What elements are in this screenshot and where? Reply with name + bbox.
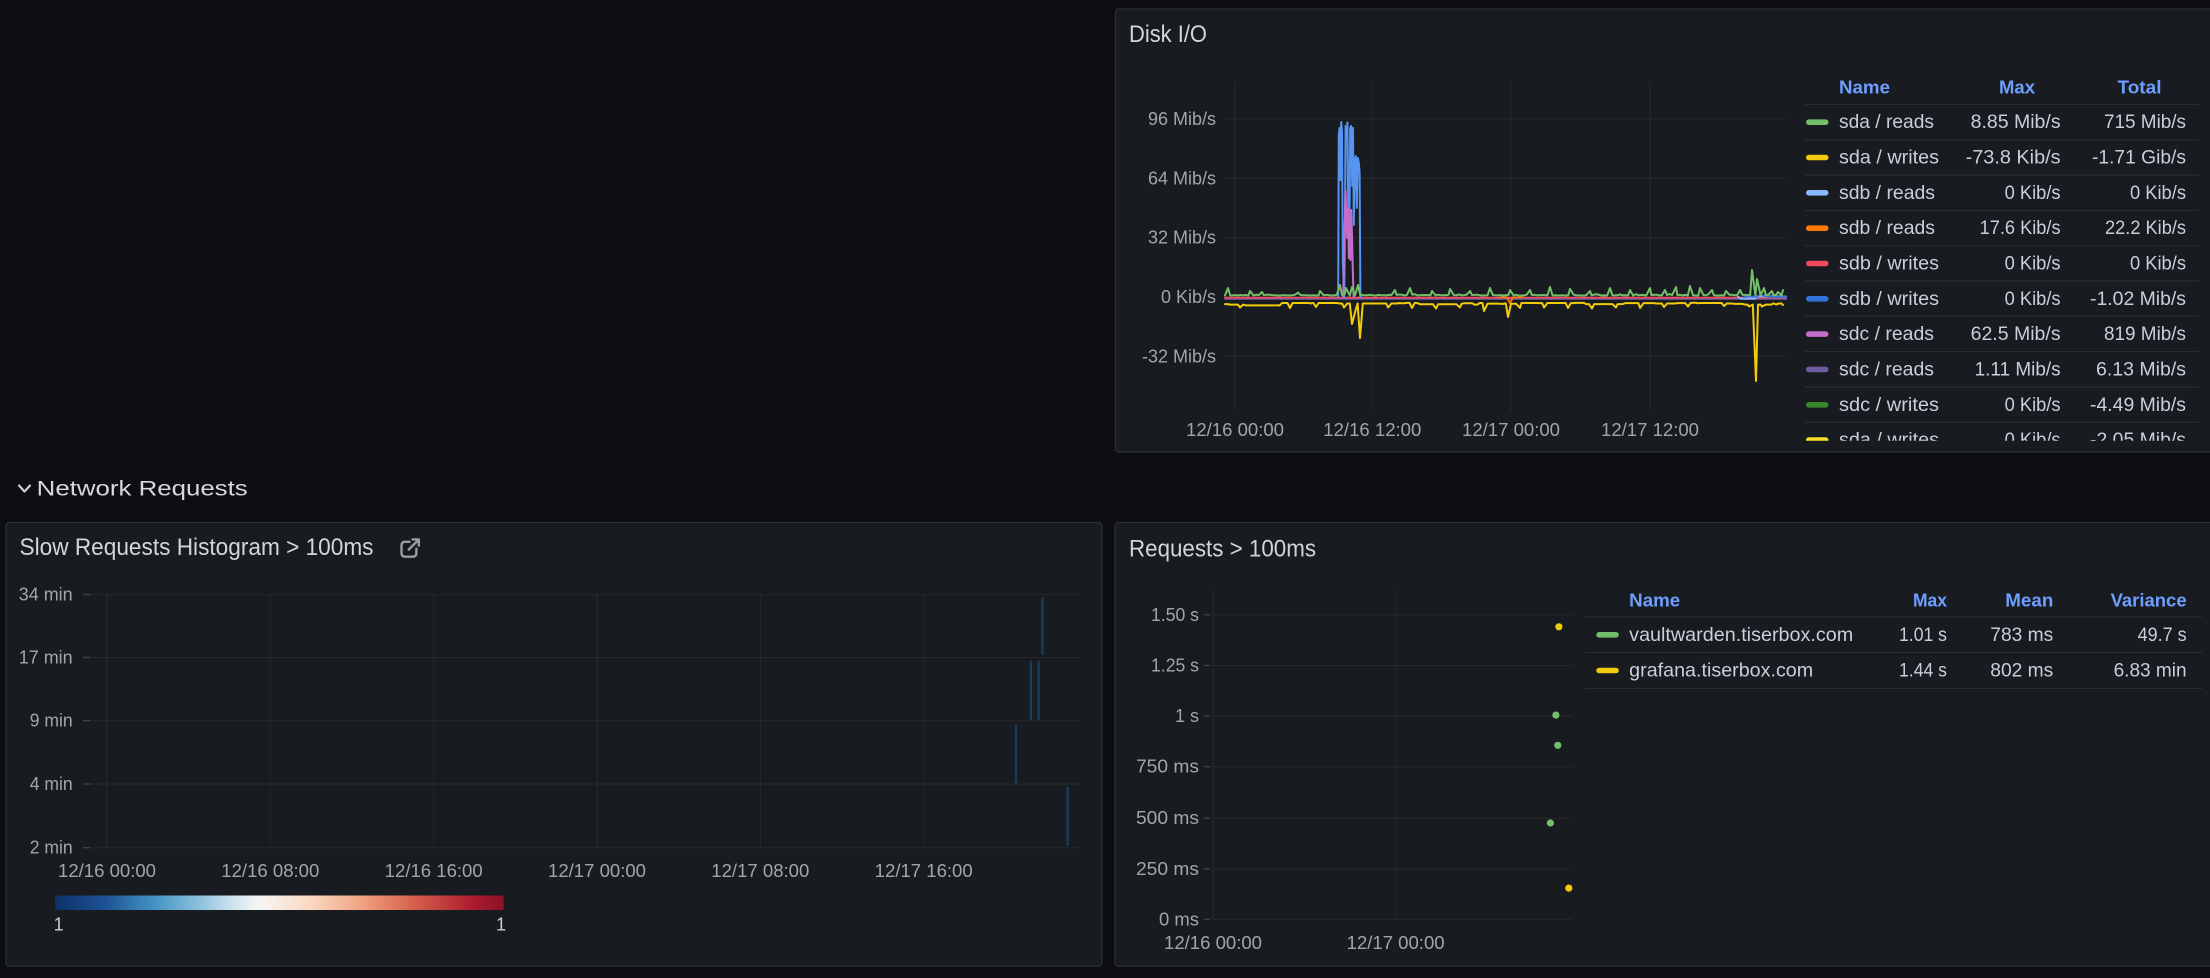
svg-text:17.6 Kib/s: 17.6 Kib/s [1980,217,2061,239]
svg-text:1: 1 [54,914,64,934]
svg-text:sdc / writes: sdc / writes [1839,394,1939,416]
svg-text:1.01 s: 1.01 s [1899,624,1947,646]
svg-text:783 ms: 783 ms [1990,624,2053,646]
svg-text:12/16 00:00: 12/16 00:00 [1186,420,1284,440]
svg-text:22.2 Kib/s: 22.2 Kib/s [2105,217,2186,239]
svg-text:4 min: 4 min [30,774,73,794]
svg-text:1.44 s: 1.44 s [1899,660,1947,682]
svg-text:Disk I/O: Disk I/O [1129,21,1207,48]
svg-text:0 Kib/s: 0 Kib/s [2130,182,2186,204]
svg-text:-1.71 Gib/s: -1.71 Gib/s [2092,147,2186,169]
svg-text:12/17 00:00: 12/17 00:00 [1347,933,1445,953]
svg-text:9 min: 9 min [30,711,73,731]
svg-text:Max: Max [1913,590,1947,610]
svg-text:Max: Max [1999,78,2035,98]
svg-text:12/16 08:00: 12/16 08:00 [221,861,319,881]
svg-text:-1.02 Mib/s: -1.02 Mib/s [2090,288,2186,310]
svg-text:Name: Name [1839,78,1890,98]
svg-text:sdb / writes: sdb / writes [1839,288,1939,310]
svg-text:1.25 s: 1.25 s [1151,656,1199,676]
svg-text:sdb / reads: sdb / reads [1839,182,1935,204]
svg-text:-73.8 Kib/s: -73.8 Kib/s [1966,147,2061,169]
svg-text:vaultwarden.tiserbox.com: vaultwarden.tiserbox.com [1629,624,1853,646]
svg-text:49.7 s: 49.7 s [2138,624,2187,646]
svg-text:12/16 00:00: 12/16 00:00 [1164,933,1262,953]
svg-text:12/16 16:00: 12/16 16:00 [385,861,483,881]
svg-text:sdc / reads: sdc / reads [1839,358,1934,380]
svg-text:0 Kib/s: 0 Kib/s [2005,182,2061,204]
svg-text:0 Kib/s: 0 Kib/s [2005,394,2061,416]
svg-text:Requests > 100ms: Requests > 100ms [1129,536,1316,563]
svg-text:12/16 00:00: 12/16 00:00 [58,861,156,881]
svg-text:715 Mib/s: 715 Mib/s [2104,111,2186,133]
svg-text:sda / reads: sda / reads [1839,111,1934,133]
svg-text:0 ms: 0 ms [1159,909,1199,929]
svg-text:750 ms: 750 ms [1136,757,1199,777]
svg-text:12/17 00:00: 12/17 00:00 [548,861,646,881]
svg-text:Mean: Mean [2005,590,2053,610]
svg-text:2 min: 2 min [30,838,73,858]
svg-text:96 Mib/s: 96 Mib/s [1148,109,1216,129]
svg-text:12/17 00:00: 12/17 00:00 [1462,420,1560,440]
svg-text:34 min: 34 min [19,585,73,605]
svg-text:500 ms: 500 ms [1136,808,1199,828]
svg-text:12/16 12:00: 12/16 12:00 [1323,420,1421,440]
svg-text:32 Mib/s: 32 Mib/s [1148,228,1216,248]
svg-text:12/17 12:00: 12/17 12:00 [1601,420,1699,440]
svg-text:Variance: Variance [2111,590,2187,610]
svg-text:0 Kib/s: 0 Kib/s [2005,253,2061,275]
svg-text:12/17 08:00: 12/17 08:00 [711,861,809,881]
svg-text:sda / writes: sda / writes [1839,147,1939,169]
svg-text:250 ms: 250 ms [1136,859,1199,879]
svg-text:802 ms: 802 ms [1990,660,2053,682]
svg-text:819 Mib/s: 819 Mib/s [2104,323,2186,345]
svg-text:Network Requests: Network Requests [37,477,248,501]
svg-text:6.13 Mib/s: 6.13 Mib/s [2096,358,2186,380]
svg-text:1: 1 [496,914,506,934]
svg-text:17 min: 17 min [19,648,73,668]
svg-text:0 Kib/s: 0 Kib/s [2130,253,2186,275]
svg-text:1.50 s: 1.50 s [1151,605,1199,625]
svg-text:8.85 Mib/s: 8.85 Mib/s [1971,111,2061,133]
svg-text:0 Kib/s: 0 Kib/s [1161,287,1216,307]
svg-text:-4.49 Mib/s: -4.49 Mib/s [2090,394,2186,416]
svg-text:0 Kib/s: 0 Kib/s [2005,288,2061,310]
svg-text:1.11 Mib/s: 1.11 Mib/s [1975,358,2061,380]
svg-text:1 s: 1 s [1175,706,1199,726]
svg-text:Slow Requests Histogram > 100m: Slow Requests Histogram > 100ms [20,534,374,561]
svg-text:6.83 min: 6.83 min [2114,660,2187,682]
svg-text:12/17 16:00: 12/17 16:00 [875,861,973,881]
svg-text:-32 Mib/s: -32 Mib/s [1142,346,1216,366]
svg-text:64 Mib/s: 64 Mib/s [1148,168,1216,188]
svg-text:sdb / reads: sdb / reads [1839,217,1935,239]
svg-text:grafana.tiserbox.com: grafana.tiserbox.com [1629,660,1813,682]
svg-text:Name: Name [1629,590,1680,610]
svg-text:sdb / writes: sdb / writes [1839,253,1939,275]
svg-text:Total: Total [2118,78,2162,98]
svg-text:sdc / reads: sdc / reads [1839,323,1934,345]
svg-text:62.5 Mib/s: 62.5 Mib/s [1971,323,2061,345]
